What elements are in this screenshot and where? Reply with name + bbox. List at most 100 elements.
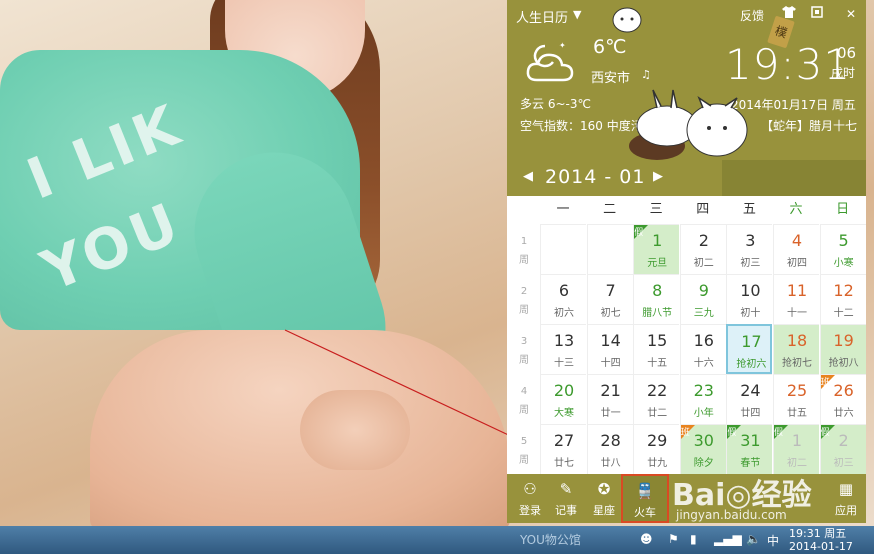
qq-icon[interactable]: ☻ [640,532,653,546]
calendar-day-cell[interactable]: 13 十三 [540,324,586,374]
calendar-day-cell[interactable]: 17 抢初六 [726,324,773,374]
toolbar-button-0[interactable]: ⚇ 登录 [511,474,549,523]
user-icon: ⚇ [523,480,537,498]
day-lunar-label: 初三 [833,458,854,469]
calendar-day-cell[interactable]: 22 廿二 [633,374,680,424]
pin-icon[interactable] [809,6,825,22]
day-number: 17 [741,332,762,351]
toolbar-button-1[interactable]: ✎ 记事 [547,474,585,523]
note-icon: ✎ [559,480,573,498]
app-name: 人生日历 [516,11,569,26]
calendar-day-cell[interactable]: 2 初二 [679,224,726,274]
prev-month-icon[interactable]: ◀ [523,169,533,184]
toolbar-button-3[interactable]: 🚆 火车 [621,474,669,523]
calendar-day-cell[interactable]: 假 2 初三 [819,424,866,474]
weekday-label: 二 [603,202,617,217]
volume-icon[interactable]: 🔈 [746,532,761,546]
calendar-day-cell [540,224,586,274]
toolbar-button-2[interactable]: ✪ 星座 [585,474,623,523]
day-number: 9 [698,281,709,300]
calendar-day-cell[interactable]: 15 十五 [633,324,680,374]
calendar-day-cell[interactable]: 10 初十 [726,274,773,324]
calendar-day-cell[interactable]: 25 廿五 [773,374,819,424]
day-lunar-label: 小年 [693,408,714,419]
calendar-day-cell[interactable]: 假 31 春节 [726,424,773,474]
day-number: 11 [786,281,808,300]
calendar-day-cell[interactable]: 4 初四 [773,224,819,274]
calendar-day-cell[interactable]: 11 十一 [773,274,819,324]
weekday-label: 日 [836,202,850,217]
day-number: 23 [693,381,714,400]
week-number-suffix: 周 [519,305,529,316]
week-number: 4周 [513,386,535,416]
next-month-icon[interactable]: ▶ [653,169,663,184]
calendar-day-cell[interactable]: 28 廿八 [586,424,633,474]
calendar-day-cell[interactable]: 班 30 除夕 [679,424,726,474]
calendar-day-cell[interactable]: 9 三九 [679,274,726,324]
calendar-day-cell[interactable]: 18 抢初七 [773,324,819,374]
day-number: 27 [553,431,575,450]
calendar-day-cell[interactable]: 8 腊八节 [633,274,680,324]
app-menu-dropdown-icon[interactable]: ▼ [573,8,581,21]
calendar-day-cell[interactable]: 16 十六 [679,324,726,374]
calendar-day-cell[interactable]: 19 抢初八 [819,324,866,374]
day-number: 26 [833,381,854,400]
feedback-link[interactable]: 反馈 [740,7,764,24]
calendar-day-cell[interactable]: 3 初三 [726,224,773,274]
calendar-day-cell[interactable]: 7 初七 [586,274,633,324]
widget-header: 人生日历 ▼ 反馈 ✕ 樸 ✦ 6℃ 西安市 ♫ 19:31 06 戌时 多云 … [507,0,866,160]
taskbar-time: 19:31 周五 [789,527,847,540]
day-lunar-label: 十六 [693,358,714,369]
calendar-day-cell[interactable]: 20 大寒 [540,374,586,424]
day-number: 3 [745,231,756,250]
toolbar-label: 记事 [555,504,577,517]
calendar-day-cell[interactable]: 23 小年 [679,374,726,424]
week-number-suffix: 周 [519,405,529,416]
day-number: 29 [647,431,668,450]
day-lunar-label: 十一 [787,308,807,319]
toolbar-button-4[interactable]: ▦ 应用 [827,474,865,523]
mascot-top-icon [612,7,642,33]
weekday-label: 六 [789,202,803,217]
day-lunar-label: 初十 [740,308,761,319]
calendar-day-cell[interactable]: 12 十二 [819,274,866,324]
flag-icon[interactable]: ⚑ [668,532,679,546]
ime-indicator[interactable]: 中 [767,532,779,549]
calendar-day-cell[interactable]: 假 1 初二 [773,424,819,474]
day-lunar-label: 抢初六 [736,359,767,370]
battery-icon[interactable]: ▮ [690,532,697,546]
calendar-day-cell[interactable]: 6 初六 [540,274,586,324]
week-number-suffix: 周 [519,355,529,366]
taskbar-item[interactable]: YOU物公馆 [492,528,592,552]
calendar-day-cell[interactable]: 27 廿七 [540,424,586,474]
network-icon[interactable]: ▂▄▆ [714,532,742,546]
taskbar-clock[interactable]: 19:31 周五 2014-01-17 [789,527,853,553]
day-number: 6 [558,281,570,300]
weekday-label: 一 [556,202,570,217]
day-number: 2 [698,231,709,250]
zodiac-icon: ✪ [597,480,611,498]
day-lunar-label: 腊八节 [642,308,673,319]
calendar-day-cell[interactable]: 假 1 元旦 [633,224,680,274]
navbar-shade [722,160,866,196]
taskbar-date: 2014-01-17 [789,540,853,553]
widget-titlebar[interactable]: 人生日历 ▼ 反馈 ✕ [507,0,866,30]
day-lunar-label: 廿八 [600,458,621,469]
weekday-header: 一二三四五六日 [507,196,866,224]
calendar-day-cell[interactable]: 班 26 廿六 [819,374,866,424]
city-name[interactable]: 西安市 [591,67,630,86]
day-lunar-label: 初七 [600,308,621,319]
baidu-watermark-url: jingyan.baidu.com [676,508,787,522]
calendar-day-cell[interactable]: 14 十四 [586,324,633,374]
day-number: 30 [693,431,714,450]
close-icon[interactable]: ✕ [843,6,859,22]
switch-city-icon[interactable]: ♫ [641,68,651,81]
calendar-day-cell[interactable]: 24 廿四 [726,374,773,424]
day-number: 5 [838,231,849,250]
calendar-day-cell[interactable]: 29 廿九 [633,424,680,474]
calendar-day-cell [586,224,633,274]
calendar-day-cell[interactable]: 21 廿一 [586,374,633,424]
calendar-day-cell[interactable]: 5 小寒 [819,224,866,274]
day-lunar-label: 廿七 [554,458,574,469]
month-label[interactable]: 2014 - 01 [545,166,645,188]
